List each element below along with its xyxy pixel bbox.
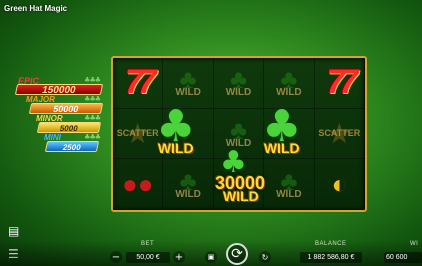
- spin-button[interactable]: ⟳: [226, 243, 248, 265]
- reel-cell: ●●: [113, 159, 164, 210]
- jackpot-panel: EPIC ♣♣♣ 150000 MAJOR ♣♣♣ 50000 MINOR ♣♣…: [14, 76, 104, 152]
- seven-symbol: 77: [326, 63, 358, 102]
- bottom-bar: BET − 50,00 € + ▣ ⟳ ↻ BALANCE 1 882 586,…: [0, 240, 422, 266]
- big-wild-right: ♣ WILD: [262, 105, 301, 157]
- clover-icon: ♣♣♣: [84, 76, 101, 84]
- jackpot-major-value: 50000: [28, 103, 104, 114]
- bet-label: BET: [141, 241, 155, 247]
- clover-icon: ♣♣♣: [84, 95, 101, 103]
- win-value: 60 600: [384, 252, 422, 263]
- clover-icon: ♣♣♣: [84, 114, 101, 122]
- turbo-icon[interactable]: ↻: [259, 251, 271, 263]
- wild-symbol: WILD: [175, 188, 201, 200]
- jackpot-mini: MINI ♣♣♣ 2500: [16, 133, 104, 152]
- autoplay-icon[interactable]: ▣: [205, 251, 217, 263]
- wild-symbol: WILD: [225, 87, 252, 99]
- balance-label: BALANCE: [315, 241, 347, 247]
- big-wild-left: ♣ WILD: [156, 105, 195, 157]
- jackpot-epic: EPIC ♣♣♣ 150000: [14, 76, 104, 96]
- cherry-icon: ●●: [121, 168, 154, 199]
- jackpot-minor-value: 5000: [36, 122, 102, 133]
- paytable-icon[interactable]: ▤: [8, 224, 19, 238]
- wild-label: WILD: [223, 188, 259, 204]
- win-label: WI: [410, 241, 419, 247]
- wild-symbol: WILD: [276, 87, 302, 99]
- scatter-symbol: SCATTER: [116, 128, 159, 139]
- jackpot-epic-value: 150000: [14, 84, 104, 96]
- reel-cell: ◐: [314, 159, 365, 210]
- scatter-symbol: SCATTER: [318, 128, 361, 139]
- increase-bet-button[interactable]: +: [173, 251, 185, 263]
- balance-value: 1 882 586,80 €: [300, 252, 362, 263]
- reel-cell: 77: [314, 58, 365, 109]
- wild-symbol: WILD: [276, 188, 302, 200]
- jackpot-minor: MINOR ♣♣♣ 5000: [16, 114, 104, 133]
- clover-icon: ♣♣♣: [84, 133, 101, 141]
- jackpot-major: MAJOR ♣♣♣ 50000: [16, 95, 104, 114]
- lemon-icon: ◐: [331, 168, 348, 199]
- wild-label: WILD: [157, 140, 194, 156]
- wild-label: WILD: [263, 140, 300, 156]
- game-title: Green Hat Magic: [4, 4, 68, 13]
- jackpot-mini-value: 2500: [44, 141, 100, 152]
- reel-cell: ★ SCATTER: [314, 108, 365, 160]
- decrease-bet-button[interactable]: −: [110, 251, 122, 263]
- seven-symbol: 77: [124, 63, 157, 102]
- bet-value: 50,00 €: [126, 252, 170, 263]
- wild-symbol: WILD: [175, 87, 201, 99]
- reel-cell: ♣ WILD: [213, 58, 265, 109]
